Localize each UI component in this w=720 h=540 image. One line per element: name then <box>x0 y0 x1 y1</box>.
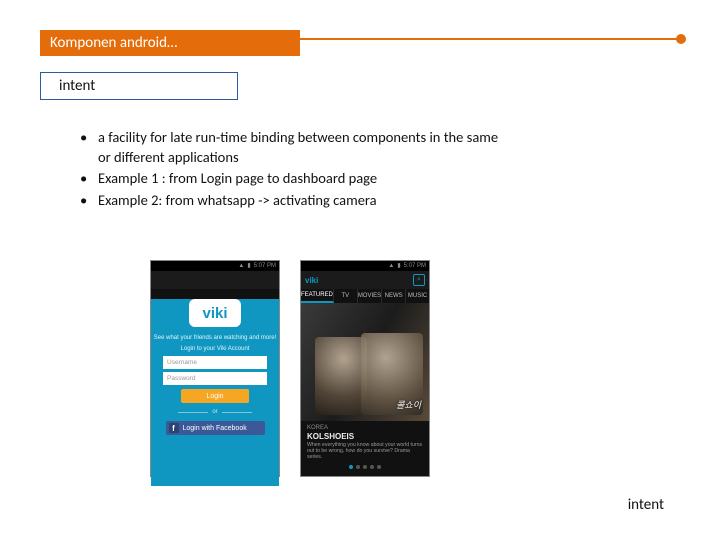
login-button[interactable]: Login <box>181 389 249 403</box>
carousel-dots <box>307 465 423 469</box>
slide: Komponen android… intent a facility for … <box>0 0 720 540</box>
status-bar: ▲ ▮ 5:07 PM <box>301 261 429 271</box>
slide-title: Komponen android… <box>40 30 300 56</box>
phone-dashboard-screen: ▲ ▮ 5:07 PM viki ⌕ FEATURED TV MOVIES NE… <box>300 260 430 477</box>
facebook-login-button[interactable]: f Login with Facebook <box>166 421 265 435</box>
tab-music[interactable]: MUSIC <box>406 289 429 303</box>
hero-banner[interactable]: 콜쇼이 <box>301 303 429 421</box>
bullet-item: a facility for late run-time binding bet… <box>80 128 510 167</box>
hero-meta: KOREA KOLSHOEIS When everything you know… <box>301 421 429 473</box>
footer-label: intent <box>628 496 664 514</box>
viki-logo: viki <box>189 299 241 327</box>
dot-icon[interactable] <box>349 465 353 469</box>
bullet-list: a facility for late run-time binding bet… <box>80 128 510 212</box>
or-divider: or <box>151 409 279 415</box>
app-top-bar: viki ⌕ <box>301 271 429 289</box>
phone-screenshots: ▲ ▮ 5:07 PM viki See what your friends a… <box>150 260 430 477</box>
tagline-text: See what your friends are watching and m… <box>151 335 279 342</box>
phone-login-screen: ▲ ▮ 5:07 PM viki See what your friends a… <box>150 260 280 477</box>
status-time: 5:07 PM <box>404 263 426 269</box>
hero-tag: KOREA <box>307 425 423 431</box>
dot-icon[interactable] <box>363 465 367 469</box>
dot-icon[interactable] <box>370 465 374 469</box>
dot-icon[interactable] <box>377 465 381 469</box>
tab-movies[interactable]: MOVIES <box>358 289 382 303</box>
login-panel: viki See what your friends are watching … <box>151 299 279 486</box>
hero-script-text: 콜쇼이 <box>396 398 421 411</box>
password-field[interactable]: Password <box>163 372 267 385</box>
hero-description: When everything you know about your worl… <box>307 442 423 461</box>
username-field[interactable]: Username <box>163 356 267 369</box>
login-hint: Login to your Viki Account <box>151 346 279 352</box>
signal-icon: ▮ <box>247 263 250 269</box>
rule-dot-icon <box>676 34 686 44</box>
tab-featured[interactable]: FEATURED <box>301 289 334 303</box>
subtitle-box: intent <box>40 72 238 100</box>
bullet-item: Example 2: from whatsapp -> activating c… <box>80 191 510 211</box>
bullet-item: Example 1 : from Login page to dashboard… <box>80 169 510 189</box>
app-top-bar <box>151 271 279 289</box>
tab-tv[interactable]: TV <box>334 289 358 303</box>
facebook-icon: f <box>169 423 179 433</box>
wifi-icon: ▲ <box>238 263 244 269</box>
hero-figure-left <box>315 337 367 415</box>
hero-title: KOLSHOEIS <box>307 432 423 441</box>
title-rule <box>280 38 680 40</box>
viki-logo: viki <box>305 276 318 285</box>
signal-icon: ▮ <box>397 263 400 269</box>
tab-news[interactable]: NEWS <box>382 289 406 303</box>
dot-icon[interactable] <box>356 465 360 469</box>
search-icon[interactable]: ⌕ <box>413 274 425 286</box>
status-time: 5:07 PM <box>254 263 276 269</box>
wifi-icon: ▲ <box>388 263 394 269</box>
facebook-login-label: Login with Facebook <box>183 425 247 432</box>
status-bar: ▲ ▮ 5:07 PM <box>151 261 279 271</box>
category-tabs: FEATURED TV MOVIES NEWS MUSIC <box>301 289 429 303</box>
